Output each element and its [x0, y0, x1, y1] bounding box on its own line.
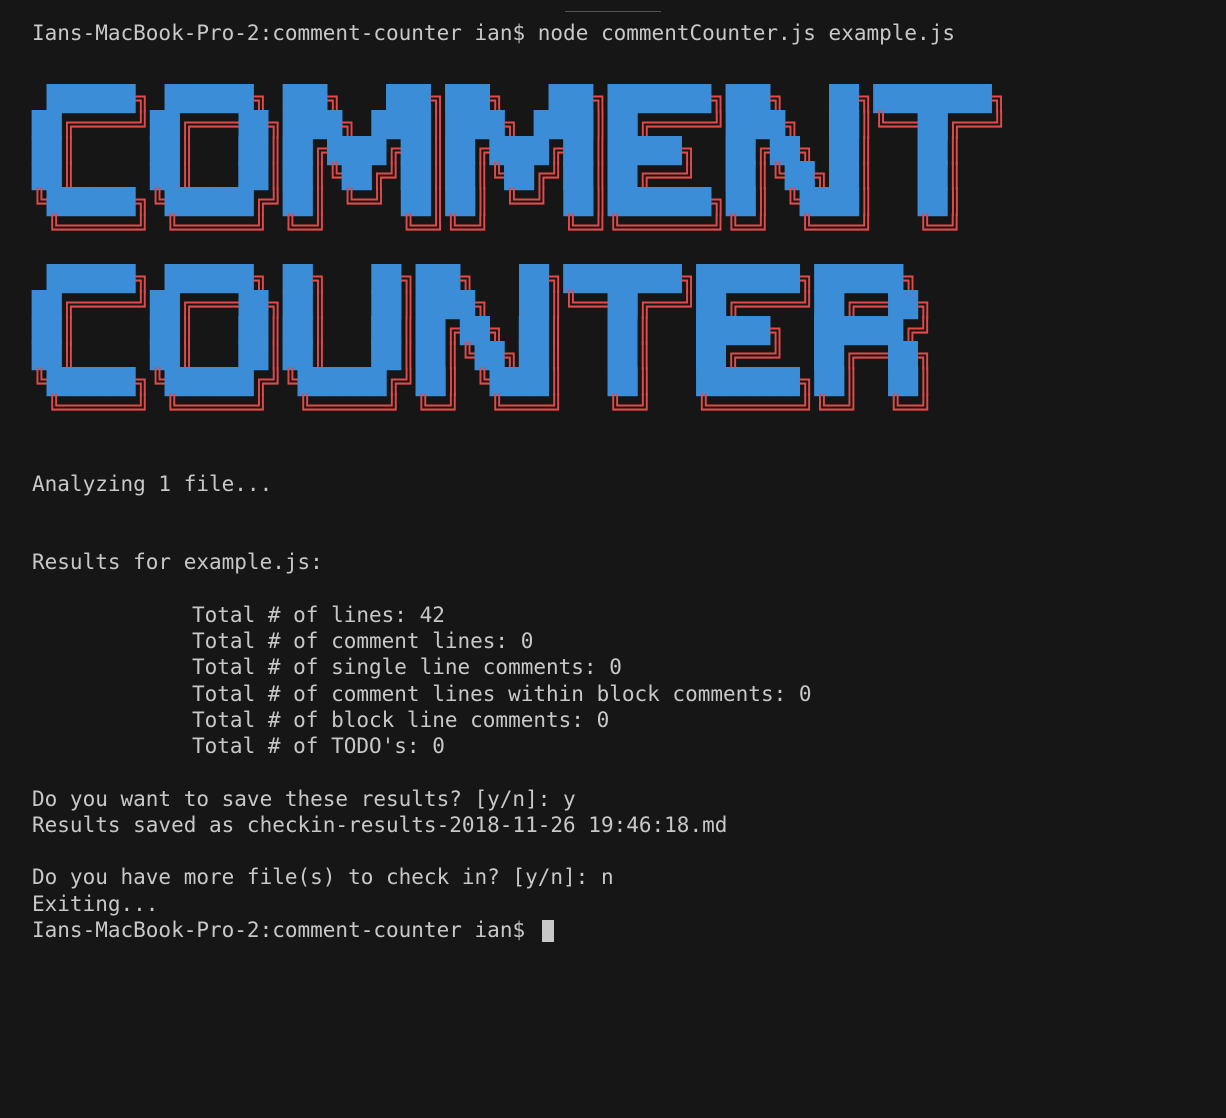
- prompt-host-2: Ians-MacBook-Pro-2:: [32, 918, 272, 942]
- ascii-counter-l2: ██║ ██║ ██║██║ ██║██╔██╗ ██║ ██║ █████╗ …: [32, 316, 933, 345]
- prompt-user: ian$: [475, 21, 526, 45]
- analyzing-line: Analyzing 1 file...: [32, 472, 272, 496]
- ascii-counter-l0: ██████╗ ██████╗ ██╗ ██╗███╗ ██╗████████╗…: [32, 264, 933, 293]
- save-prompt-line: Do you want to save these results? [y/n]…: [32, 787, 576, 811]
- exiting-line: Exiting...: [32, 892, 158, 916]
- stat-single-comments: Total # of single line comments: 0: [32, 654, 1194, 680]
- prompt-line-2[interactable]: Ians-MacBook-Pro-2:comment-counter ian$: [32, 918, 554, 942]
- ascii-counter-l3: ██║ ██║ ██║██║ ██║██║╚██╗██║ ██║ ██╔══╝ …: [32, 341, 933, 370]
- window-drag-handle[interactable]: [565, 6, 661, 12]
- cursor-icon: [542, 920, 554, 942]
- ascii-comment-l2: ██║ ██║ ██║██╔████╔██║██╔████╔██║█████╗ …: [32, 136, 1006, 165]
- ascii-comment-l4: ╚██████╗╚██████╔╝██║ ╚═╝ ██║██║ ╚═╝ ██║█…: [32, 187, 1006, 216]
- more-prompt-answer[interactable]: n: [601, 865, 614, 889]
- prompt-cwd-2: comment-counter: [272, 918, 462, 942]
- ascii-comment-l1: ██╔════╝██╔═══██╗████╗ ████║████╗ ████║█…: [32, 110, 1007, 139]
- prompt-cwd: comment-counter: [272, 21, 462, 45]
- more-prompt-line: Do you have more file(s) to check in? [y…: [32, 865, 614, 889]
- prompt-user-2: ian$: [475, 918, 526, 942]
- stat-block-lines: Total # of block line comments: 0: [32, 707, 1194, 733]
- save-prompt-answer[interactable]: y: [563, 787, 576, 811]
- saved-message: Results saved as checkin-results-2018-11…: [32, 813, 727, 837]
- results-header: Results for example.js:: [32, 550, 323, 574]
- analysis-output: Analyzing 1 file... Results for example.…: [32, 471, 1194, 944]
- ascii-comment-l5: ╚═════╝ ╚═════╝ ╚═╝ ╚═╝╚═╝ ╚═╝╚══════╝╚═…: [32, 213, 1006, 242]
- stat-block-within: Total # of comment lines within block co…: [32, 681, 1194, 707]
- ascii-counter-l5: ╚═════╝ ╚═════╝ ╚═════╝ ╚═╝ ╚═══╝ ╚═╝ ╚═…: [32, 393, 933, 422]
- ascii-counter-l4: ╚██████╗╚██████╔╝╚██████╔╝██║ ╚████║ ██║…: [32, 367, 933, 396]
- ascii-comment-l0: ██████╗ ██████╗ ███╗ ███╗███╗ ███╗██████…: [32, 84, 1006, 113]
- command-text: node commentCounter.js example.js: [538, 21, 955, 45]
- ascii-counter-l1: ██╔════╝██╔═══██╗██║ ██║████╗ ██║╚══██╔═…: [32, 290, 933, 319]
- ascii-comment-l3: ██║ ██║ ██║██║╚██╔╝██║██║╚██╔╝██║██╔══╝ …: [32, 161, 1006, 190]
- stat-total-lines: Total # of lines: 42: [32, 602, 1194, 628]
- stat-comment-lines: Total # of comment lines: 0: [32, 628, 1194, 654]
- prompt-line-1: Ians-MacBook-Pro-2:comment-counter ian$ …: [32, 21, 955, 45]
- more-prompt-question: Do you have more file(s) to check in? [y…: [32, 865, 601, 889]
- save-prompt-question: Do you want to save these results? [y/n]…: [32, 787, 563, 811]
- stat-todos: Total # of TODO's: 0: [32, 733, 1194, 759]
- ascii-banner: ██████╗ ██████╗ ███╗ ███╗███╗ ███╗██████…: [32, 86, 1194, 420]
- prompt-host: Ians-MacBook-Pro-2:: [32, 21, 272, 45]
- terminal-output[interactable]: Ians-MacBook-Pro-2:comment-counter ian$ …: [32, 20, 1194, 46]
